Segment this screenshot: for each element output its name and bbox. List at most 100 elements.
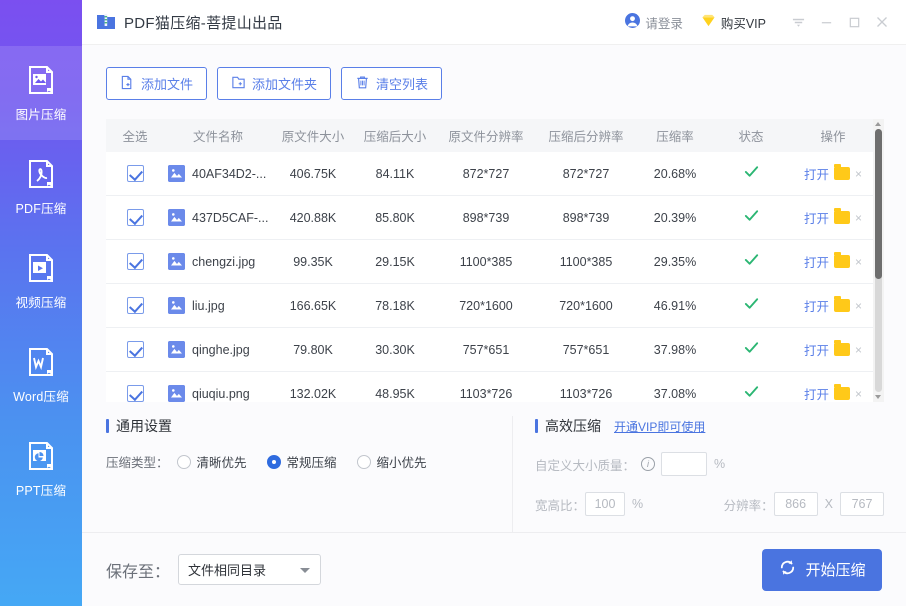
row-checkbox-cell[interactable]	[106, 165, 164, 182]
folder-icon[interactable]	[834, 340, 850, 356]
open-file-link[interactable]: 打开	[804, 384, 829, 402]
resolution-height-input[interactable]	[840, 492, 884, 516]
column-header-file-name: 文件名称	[192, 130, 243, 144]
minimize-icon[interactable]	[812, 9, 840, 35]
open-vip-link[interactable]: 开通VIP即可使用	[614, 418, 705, 435]
row-compression-rate: 20.68%	[653, 166, 697, 181]
table-scrollbar[interactable]	[873, 119, 884, 402]
radio-normal-compression[interactable]	[266, 454, 281, 469]
row-compressed-resolution: 1103*726	[559, 386, 613, 401]
resolution-width-input[interactable]	[773, 492, 818, 516]
ratio-resolution-row: 宽高比： % 分辨率： X	[535, 492, 884, 516]
folder-icon[interactable]	[834, 208, 850, 224]
row-actions-cell: 打开 ×	[788, 340, 878, 359]
row-checkbox[interactable]	[126, 253, 144, 270]
maximize-icon[interactable]	[840, 9, 868, 35]
table-row[interactable]: 40AF34D2-... 406.75K 84.11K 872*727 872*727 2…	[106, 152, 884, 196]
scroll-down-arrow-icon[interactable]	[875, 395, 881, 399]
row-original-resolution: 1103*726	[459, 386, 513, 401]
login-button[interactable]: 请登录	[625, 13, 683, 32]
info-icon[interactable]: i	[641, 457, 656, 471]
scroll-up-arrow-icon[interactable]	[875, 122, 881, 126]
custom-quality-row: 自定义大小质量： i %	[535, 452, 884, 476]
row-actions-cell: 打开 ×	[788, 208, 878, 227]
radio-size-priority[interactable]	[356, 454, 371, 469]
radio-label-clarity-priority[interactable]: 清晰优先	[197, 452, 247, 471]
row-checkbox-cell[interactable]	[106, 209, 164, 226]
remove-row-button[interactable]: ×	[855, 343, 862, 357]
start-compression-button[interactable]: 开始压缩	[762, 548, 882, 591]
row-file-name: qinghe.jpg	[192, 342, 250, 357]
row-checkbox-cell[interactable]	[106, 253, 164, 270]
row-status-cell	[714, 339, 788, 360]
row-actions-cell: 打开 ×	[788, 252, 878, 271]
folder-icon[interactable]	[834, 252, 850, 268]
radio-label-size-priority[interactable]: 缩小优先	[377, 452, 427, 471]
settings-area: 通用设置 压缩类型： 清晰优先 常规压缩 缩小优先 高效压缩 开通VIP即可使用…	[106, 402, 884, 532]
image-file-icon	[168, 297, 185, 314]
sidebar-item-label: 图片压缩	[15, 108, 67, 122]
folder-icon[interactable]	[834, 296, 850, 312]
menu-icon[interactable]	[784, 9, 812, 35]
folder-icon[interactable]	[834, 164, 850, 180]
open-file-link[interactable]: 打开	[804, 296, 829, 315]
file-plus-icon	[120, 75, 135, 93]
buy-vip-button[interactable]: 购买VIP	[701, 13, 766, 32]
user-circle-icon	[625, 13, 641, 31]
clear-list-button[interactable]: 清空列表	[341, 67, 443, 100]
compression-type-label: 压缩类型：	[106, 456, 169, 470]
row-checkbox-cell[interactable]	[106, 385, 164, 402]
diamond-icon	[701, 13, 716, 31]
radio-clarity-priority[interactable]	[176, 454, 191, 469]
row-checkbox[interactable]	[126, 209, 144, 226]
row-compressed-size: 78.18K	[375, 298, 415, 313]
table-row[interactable]: qinghe.jpg 79.80K 30.30K 757*651 757*651 37.9…	[106, 328, 884, 372]
open-file-link[interactable]: 打开	[804, 340, 829, 359]
row-checkbox-cell[interactable]	[106, 297, 164, 314]
row-checkbox[interactable]	[126, 341, 144, 358]
row-file-name-cell: chengzi.jpg	[164, 253, 272, 270]
open-file-link[interactable]: 打开	[804, 252, 829, 271]
sidebar: 图片压缩 PDF压缩 视频压缩 Word压缩 PPT压缩	[0, 0, 82, 606]
folder-icon[interactable]	[834, 384, 850, 400]
remove-row-button[interactable]: ×	[855, 211, 862, 225]
sidebar-item-pdf-compress[interactable]: PDF压缩	[0, 140, 82, 234]
open-file-link[interactable]: 打开	[804, 164, 829, 183]
sidebar-item-image-compress[interactable]: 图片压缩	[0, 46, 82, 140]
add-file-button[interactable]: 添加文件	[106, 67, 208, 100]
word-compress-icon	[24, 345, 58, 379]
add-folder-button[interactable]: 添加文件夹	[217, 67, 332, 100]
table-row[interactable]: qiuqiu.png 132.02K 48.95K 1103*726 1103*726 3…	[106, 372, 884, 402]
sidebar-item-ppt-compress[interactable]: PPT压缩	[0, 422, 82, 516]
save-location-select[interactable]: 文件相同目录	[178, 554, 322, 585]
table-row[interactable]: 437D5CAF-... 420.88K 85.80K 898*739 898*739 2…	[106, 196, 884, 240]
remove-row-button[interactable]: ×	[855, 255, 862, 269]
scrollbar-thumb[interactable]	[875, 129, 882, 279]
sidebar-item-word-compress[interactable]: Word压缩	[0, 328, 82, 422]
row-checkbox-cell[interactable]	[106, 341, 164, 358]
remove-row-button[interactable]: ×	[855, 299, 862, 313]
row-compressed-resolution: 872*727	[562, 166, 610, 181]
remove-row-button[interactable]: ×	[855, 387, 862, 401]
row-status-cell	[714, 207, 788, 228]
column-header-compressed-size: 压缩后大小	[363, 130, 427, 144]
open-file-link[interactable]: 打开	[804, 208, 829, 227]
aspect-ratio-input[interactable]	[585, 492, 626, 516]
row-compressed-size: 48.95K	[375, 386, 415, 401]
sidebar-item-label: 视频压缩	[15, 296, 67, 310]
row-checkbox[interactable]	[126, 385, 144, 402]
row-compressed-size: 29.15K	[375, 254, 415, 269]
radio-label-normal-compression[interactable]: 常规压缩	[287, 452, 337, 471]
row-checkbox[interactable]	[126, 165, 144, 182]
status-success-check-icon	[743, 298, 760, 316]
row-checkbox[interactable]	[126, 297, 144, 314]
remove-row-button[interactable]: ×	[855, 167, 862, 181]
close-icon[interactable]	[868, 9, 896, 35]
row-actions-cell: 打开 ×	[788, 164, 878, 183]
sidebar-item-video-compress[interactable]: 视频压缩	[0, 234, 82, 328]
column-header-select-all[interactable]: 全选	[106, 126, 164, 145]
custom-quality-input[interactable]	[661, 452, 708, 476]
table-row[interactable]: liu.jpg 166.65K 78.18K 720*1600 720*1600 46.9…	[106, 284, 884, 328]
table-row[interactable]: chengzi.jpg 99.35K 29.15K 1100*385 1100*385 2…	[106, 240, 884, 284]
row-compression-rate: 37.98%	[653, 342, 697, 357]
